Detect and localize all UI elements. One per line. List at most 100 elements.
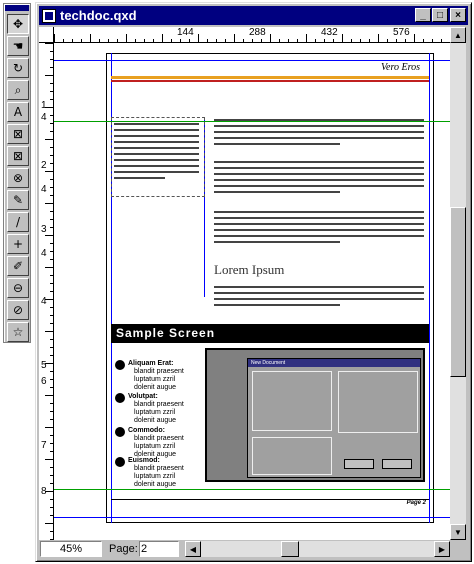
ruler-tick [50, 147, 53, 148]
ruler-tick [45, 523, 53, 524]
ruler-tick [423, 39, 424, 42]
scroll-right-button[interactable]: ▶ [434, 541, 450, 557]
page-label: Page: [109, 543, 138, 555]
text-line [214, 229, 424, 231]
margin-guide [429, 53, 430, 523]
rotation-tool[interactable]: ↻ [7, 58, 29, 78]
ruler-tick [45, 363, 53, 364]
horizontal-ruler[interactable]: 144 288 432 576 [54, 27, 450, 43]
ruler-tick [180, 39, 181, 42]
minimize-button[interactable]: _ [415, 8, 431, 22]
rectangle-picture-box-tool[interactable]: ⊠ [7, 124, 29, 144]
zoom-tool[interactable]: ⌕ [7, 80, 29, 100]
ruler-tick [261, 39, 262, 42]
ruler-tick [50, 275, 53, 276]
text-line [214, 173, 424, 175]
oval-picture-box-tool[interactable]: ⊗ [7, 168, 29, 188]
linking-tool[interactable]: ⊖ [7, 278, 29, 298]
ruler-tick [99, 39, 100, 42]
ruler-tick [50, 347, 53, 348]
tool-palette: ✥ ☚ ↻ ⌕ A ⊠ ⊠ ⊗ ✎ / + ✐ ⊖ ⊘ ☆ [3, 3, 31, 343]
ruler-label: 6 [41, 376, 47, 387]
ruler-tick [50, 339, 53, 340]
document-icon[interactable] [42, 8, 56, 23]
line-text-path-tool[interactable]: ✐ [7, 256, 29, 276]
dialog-group-bottom [252, 437, 332, 475]
vertical-scrollbar[interactable]: ▲ ▼ [450, 27, 466, 540]
ruler-tick [50, 243, 53, 244]
page-canvas[interactable]: Vero Eros Lorem Ipsum Sample Screen Aliq… [54, 43, 450, 540]
text-line [114, 123, 199, 125]
item-tool[interactable]: ✥ [7, 14, 29, 34]
vertical-ruler[interactable]: 14243445678 [39, 43, 54, 540]
footer-rule [111, 499, 429, 500]
ruler-tick [243, 39, 244, 42]
ruler-tick [45, 267, 53, 268]
close-button[interactable]: × [450, 8, 466, 22]
ruler-tick [50, 99, 53, 100]
text-line [214, 292, 424, 294]
ruler-tick [189, 39, 190, 42]
horizontal-scrollbar[interactable]: ◀ ▶ [185, 541, 450, 557]
ruler-tick [50, 227, 53, 228]
ruler-tick [50, 219, 53, 220]
ruler-tick [50, 499, 53, 500]
ruler-tick [45, 139, 53, 140]
text-line [214, 161, 424, 163]
horizontal-scroll-thumb[interactable] [281, 541, 299, 557]
line-tool[interactable]: / [7, 212, 29, 232]
ruler-tick [50, 475, 53, 476]
content-tool[interactable]: ☚ [7, 36, 29, 56]
ruler-tick [50, 307, 53, 308]
ruler-tick [50, 315, 53, 316]
ruler-tick [50, 467, 53, 468]
ruler-tick [171, 39, 172, 42]
vertical-scroll-thumb[interactable] [450, 207, 466, 377]
ruler-tick [50, 179, 53, 180]
text-line [214, 185, 424, 187]
text-line [214, 298, 424, 300]
bullet-icon [115, 393, 125, 403]
rounded-picture-box-tool[interactable]: ⊠ [7, 146, 29, 166]
ruler-tick [216, 39, 217, 42]
scroll-left-button[interactable]: ◀ [185, 541, 201, 557]
star-tool[interactable]: ☆ [7, 322, 29, 342]
text-line [114, 135, 199, 137]
ruler-tick [144, 39, 145, 42]
text-line [214, 304, 340, 306]
ruler-label: 4 [41, 184, 47, 195]
text-line [214, 119, 424, 121]
text-line [214, 191, 340, 193]
text-line [214, 131, 424, 133]
ruler-origin[interactable] [39, 27, 54, 43]
text-line [114, 177, 165, 179]
unlinking-tool[interactable]: ⊘ [7, 300, 29, 320]
ruler-tick [50, 451, 53, 452]
orthogonal-line-tool[interactable]: + [7, 234, 29, 254]
polygon-picture-box-tool[interactable]: ✎ [7, 190, 29, 210]
text-line [114, 129, 199, 131]
dialog-ok-button [344, 459, 374, 469]
scroll-down-button[interactable]: ▼ [450, 524, 466, 540]
title-bar[interactable]: techdoc.qxd _ □ × [39, 6, 468, 25]
ruler-label: 144 [177, 27, 194, 38]
ruler-tick [234, 34, 235, 42]
ruler-tick [50, 291, 53, 292]
page-field[interactable]: 2 [139, 541, 179, 557]
zoom-field[interactable]: 45% [40, 541, 102, 557]
document-window: techdoc.qxd _ □ × 144 288 432 576 142434456… [35, 2, 472, 562]
scroll-up-button[interactable]: ▲ [450, 27, 466, 43]
text-box-tool[interactable]: A [7, 102, 29, 122]
bullet-title: Aliquam Erat: [128, 360, 174, 367]
maximize-button[interactable]: □ [432, 8, 448, 22]
ruler-tick [396, 39, 397, 42]
footer-page-number: Page 2 [406, 500, 426, 506]
text-line [114, 153, 199, 155]
ruler-tick [225, 39, 226, 42]
ruler-label: 432 [321, 27, 338, 38]
ruler-tick [50, 483, 53, 484]
bullet-icon [115, 360, 125, 370]
palette-title-bar[interactable] [5, 5, 29, 11]
ruler-tick [45, 299, 53, 300]
text-line [214, 286, 424, 288]
